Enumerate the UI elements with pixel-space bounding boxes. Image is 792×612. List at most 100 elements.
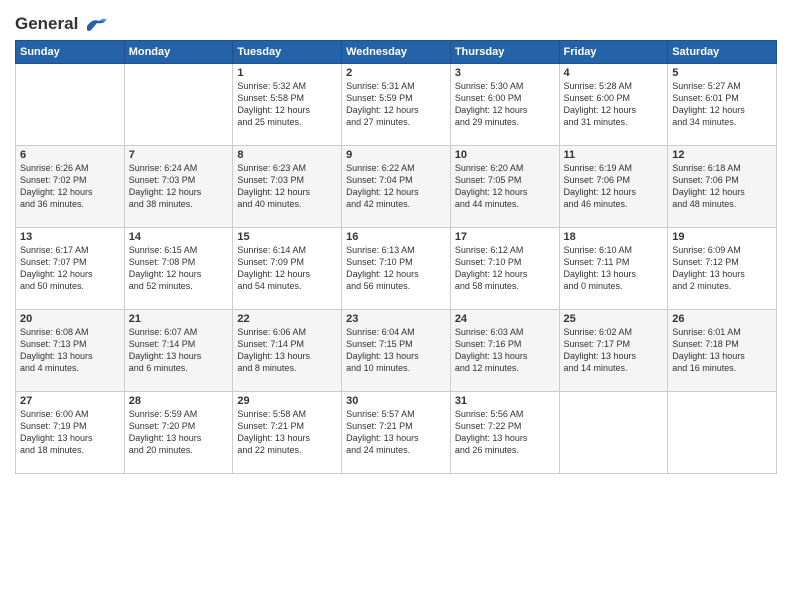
day-number: 23 bbox=[346, 313, 446, 325]
day-number: 8 bbox=[237, 149, 337, 161]
day-cell: 1Sunrise: 5:32 AM Sunset: 5:58 PM Daylig… bbox=[233, 63, 342, 145]
logo: General bbox=[15, 14, 107, 34]
day-cell: 31Sunrise: 5:56 AM Sunset: 7:22 PM Dayli… bbox=[450, 391, 559, 473]
day-cell: 14Sunrise: 6:15 AM Sunset: 7:08 PM Dayli… bbox=[124, 227, 233, 309]
day-number: 1 bbox=[237, 67, 337, 79]
day-cell: 15Sunrise: 6:14 AM Sunset: 7:09 PM Dayli… bbox=[233, 227, 342, 309]
day-cell: 27Sunrise: 6:00 AM Sunset: 7:19 PM Dayli… bbox=[16, 391, 125, 473]
day-header-sunday: Sunday bbox=[16, 40, 125, 63]
day-cell: 22Sunrise: 6:06 AM Sunset: 7:14 PM Dayli… bbox=[233, 309, 342, 391]
day-info: Sunrise: 5:31 AM Sunset: 5:59 PM Dayligh… bbox=[346, 80, 446, 129]
day-info: Sunrise: 6:07 AM Sunset: 7:14 PM Dayligh… bbox=[129, 326, 229, 375]
day-info: Sunrise: 6:02 AM Sunset: 7:17 PM Dayligh… bbox=[564, 326, 664, 375]
day-info: Sunrise: 6:26 AM Sunset: 7:02 PM Dayligh… bbox=[20, 162, 120, 211]
day-info: Sunrise: 6:15 AM Sunset: 7:08 PM Dayligh… bbox=[129, 244, 229, 293]
logo-bird-icon bbox=[85, 16, 107, 34]
day-cell: 9Sunrise: 6:22 AM Sunset: 7:04 PM Daylig… bbox=[342, 145, 451, 227]
day-info: Sunrise: 6:20 AM Sunset: 7:05 PM Dayligh… bbox=[455, 162, 555, 211]
day-cell: 10Sunrise: 6:20 AM Sunset: 7:05 PM Dayli… bbox=[450, 145, 559, 227]
day-number: 15 bbox=[237, 231, 337, 243]
day-number: 6 bbox=[20, 149, 120, 161]
day-number: 18 bbox=[564, 231, 664, 243]
day-number: 11 bbox=[564, 149, 664, 161]
day-number: 29 bbox=[237, 395, 337, 407]
day-header-friday: Friday bbox=[559, 40, 668, 63]
day-info: Sunrise: 6:13 AM Sunset: 7:10 PM Dayligh… bbox=[346, 244, 446, 293]
day-info: Sunrise: 6:08 AM Sunset: 7:13 PM Dayligh… bbox=[20, 326, 120, 375]
week-row-2: 6Sunrise: 6:26 AM Sunset: 7:02 PM Daylig… bbox=[16, 145, 777, 227]
day-cell: 6Sunrise: 6:26 AM Sunset: 7:02 PM Daylig… bbox=[16, 145, 125, 227]
day-cell: 30Sunrise: 5:57 AM Sunset: 7:21 PM Dayli… bbox=[342, 391, 451, 473]
calendar-page: General SundayMondayTuesdayWednesdayThur… bbox=[0, 0, 792, 484]
day-cell: 23Sunrise: 6:04 AM Sunset: 7:15 PM Dayli… bbox=[342, 309, 451, 391]
day-cell: 3Sunrise: 5:30 AM Sunset: 6:00 PM Daylig… bbox=[450, 63, 559, 145]
day-number: 3 bbox=[455, 67, 555, 79]
day-cell bbox=[16, 63, 125, 145]
day-cell: 24Sunrise: 6:03 AM Sunset: 7:16 PM Dayli… bbox=[450, 309, 559, 391]
day-info: Sunrise: 6:19 AM Sunset: 7:06 PM Dayligh… bbox=[564, 162, 664, 211]
day-number: 7 bbox=[129, 149, 229, 161]
day-cell: 5Sunrise: 5:27 AM Sunset: 6:01 PM Daylig… bbox=[668, 63, 777, 145]
day-cell: 26Sunrise: 6:01 AM Sunset: 7:18 PM Dayli… bbox=[668, 309, 777, 391]
day-header-monday: Monday bbox=[124, 40, 233, 63]
day-number: 25 bbox=[564, 313, 664, 325]
day-info: Sunrise: 5:58 AM Sunset: 7:21 PM Dayligh… bbox=[237, 408, 337, 457]
day-cell: 20Sunrise: 6:08 AM Sunset: 7:13 PM Dayli… bbox=[16, 309, 125, 391]
day-info: Sunrise: 6:10 AM Sunset: 7:11 PM Dayligh… bbox=[564, 244, 664, 293]
day-number: 13 bbox=[20, 231, 120, 243]
day-cell bbox=[124, 63, 233, 145]
day-number: 31 bbox=[455, 395, 555, 407]
day-info: Sunrise: 6:23 AM Sunset: 7:03 PM Dayligh… bbox=[237, 162, 337, 211]
day-info: Sunrise: 6:12 AM Sunset: 7:10 PM Dayligh… bbox=[455, 244, 555, 293]
day-cell: 21Sunrise: 6:07 AM Sunset: 7:14 PM Dayli… bbox=[124, 309, 233, 391]
day-info: Sunrise: 5:59 AM Sunset: 7:20 PM Dayligh… bbox=[129, 408, 229, 457]
day-cell: 18Sunrise: 6:10 AM Sunset: 7:11 PM Dayli… bbox=[559, 227, 668, 309]
day-number: 4 bbox=[564, 67, 664, 79]
day-number: 22 bbox=[237, 313, 337, 325]
day-info: Sunrise: 5:57 AM Sunset: 7:21 PM Dayligh… bbox=[346, 408, 446, 457]
day-header-wednesday: Wednesday bbox=[342, 40, 451, 63]
day-info: Sunrise: 6:01 AM Sunset: 7:18 PM Dayligh… bbox=[672, 326, 772, 375]
week-row-1: 1Sunrise: 5:32 AM Sunset: 5:58 PM Daylig… bbox=[16, 63, 777, 145]
day-cell: 25Sunrise: 6:02 AM Sunset: 7:17 PM Dayli… bbox=[559, 309, 668, 391]
day-number: 27 bbox=[20, 395, 120, 407]
day-info: Sunrise: 5:30 AM Sunset: 6:00 PM Dayligh… bbox=[455, 80, 555, 129]
day-cell: 28Sunrise: 5:59 AM Sunset: 7:20 PM Dayli… bbox=[124, 391, 233, 473]
week-row-3: 13Sunrise: 6:17 AM Sunset: 7:07 PM Dayli… bbox=[16, 227, 777, 309]
day-info: Sunrise: 6:06 AM Sunset: 7:14 PM Dayligh… bbox=[237, 326, 337, 375]
calendar-body: 1Sunrise: 5:32 AM Sunset: 5:58 PM Daylig… bbox=[16, 63, 777, 473]
day-cell bbox=[559, 391, 668, 473]
day-header-tuesday: Tuesday bbox=[233, 40, 342, 63]
day-info: Sunrise: 6:22 AM Sunset: 7:04 PM Dayligh… bbox=[346, 162, 446, 211]
day-info: Sunrise: 6:18 AM Sunset: 7:06 PM Dayligh… bbox=[672, 162, 772, 211]
day-number: 28 bbox=[129, 395, 229, 407]
day-number: 12 bbox=[672, 149, 772, 161]
day-info: Sunrise: 5:32 AM Sunset: 5:58 PM Dayligh… bbox=[237, 80, 337, 129]
day-number: 2 bbox=[346, 67, 446, 79]
day-info: Sunrise: 6:04 AM Sunset: 7:15 PM Dayligh… bbox=[346, 326, 446, 375]
day-cell: 19Sunrise: 6:09 AM Sunset: 7:12 PM Dayli… bbox=[668, 227, 777, 309]
day-cell: 8Sunrise: 6:23 AM Sunset: 7:03 PM Daylig… bbox=[233, 145, 342, 227]
day-info: Sunrise: 6:03 AM Sunset: 7:16 PM Dayligh… bbox=[455, 326, 555, 375]
header: General bbox=[15, 10, 777, 34]
day-number: 16 bbox=[346, 231, 446, 243]
day-number: 20 bbox=[20, 313, 120, 325]
logo-text: General bbox=[15, 14, 107, 34]
day-number: 17 bbox=[455, 231, 555, 243]
day-number: 5 bbox=[672, 67, 772, 79]
day-number: 24 bbox=[455, 313, 555, 325]
calendar-header: SundayMondayTuesdayWednesdayThursdayFrid… bbox=[16, 40, 777, 63]
day-cell: 11Sunrise: 6:19 AM Sunset: 7:06 PM Dayli… bbox=[559, 145, 668, 227]
day-cell: 13Sunrise: 6:17 AM Sunset: 7:07 PM Dayli… bbox=[16, 227, 125, 309]
day-number: 21 bbox=[129, 313, 229, 325]
day-cell: 17Sunrise: 6:12 AM Sunset: 7:10 PM Dayli… bbox=[450, 227, 559, 309]
week-row-5: 27Sunrise: 6:00 AM Sunset: 7:19 PM Dayli… bbox=[16, 391, 777, 473]
day-number: 19 bbox=[672, 231, 772, 243]
day-cell bbox=[668, 391, 777, 473]
day-info: Sunrise: 6:00 AM Sunset: 7:19 PM Dayligh… bbox=[20, 408, 120, 457]
day-info: Sunrise: 6:17 AM Sunset: 7:07 PM Dayligh… bbox=[20, 244, 120, 293]
day-info: Sunrise: 6:09 AM Sunset: 7:12 PM Dayligh… bbox=[672, 244, 772, 293]
day-number: 26 bbox=[672, 313, 772, 325]
week-row-4: 20Sunrise: 6:08 AM Sunset: 7:13 PM Dayli… bbox=[16, 309, 777, 391]
day-cell: 4Sunrise: 5:28 AM Sunset: 6:00 PM Daylig… bbox=[559, 63, 668, 145]
